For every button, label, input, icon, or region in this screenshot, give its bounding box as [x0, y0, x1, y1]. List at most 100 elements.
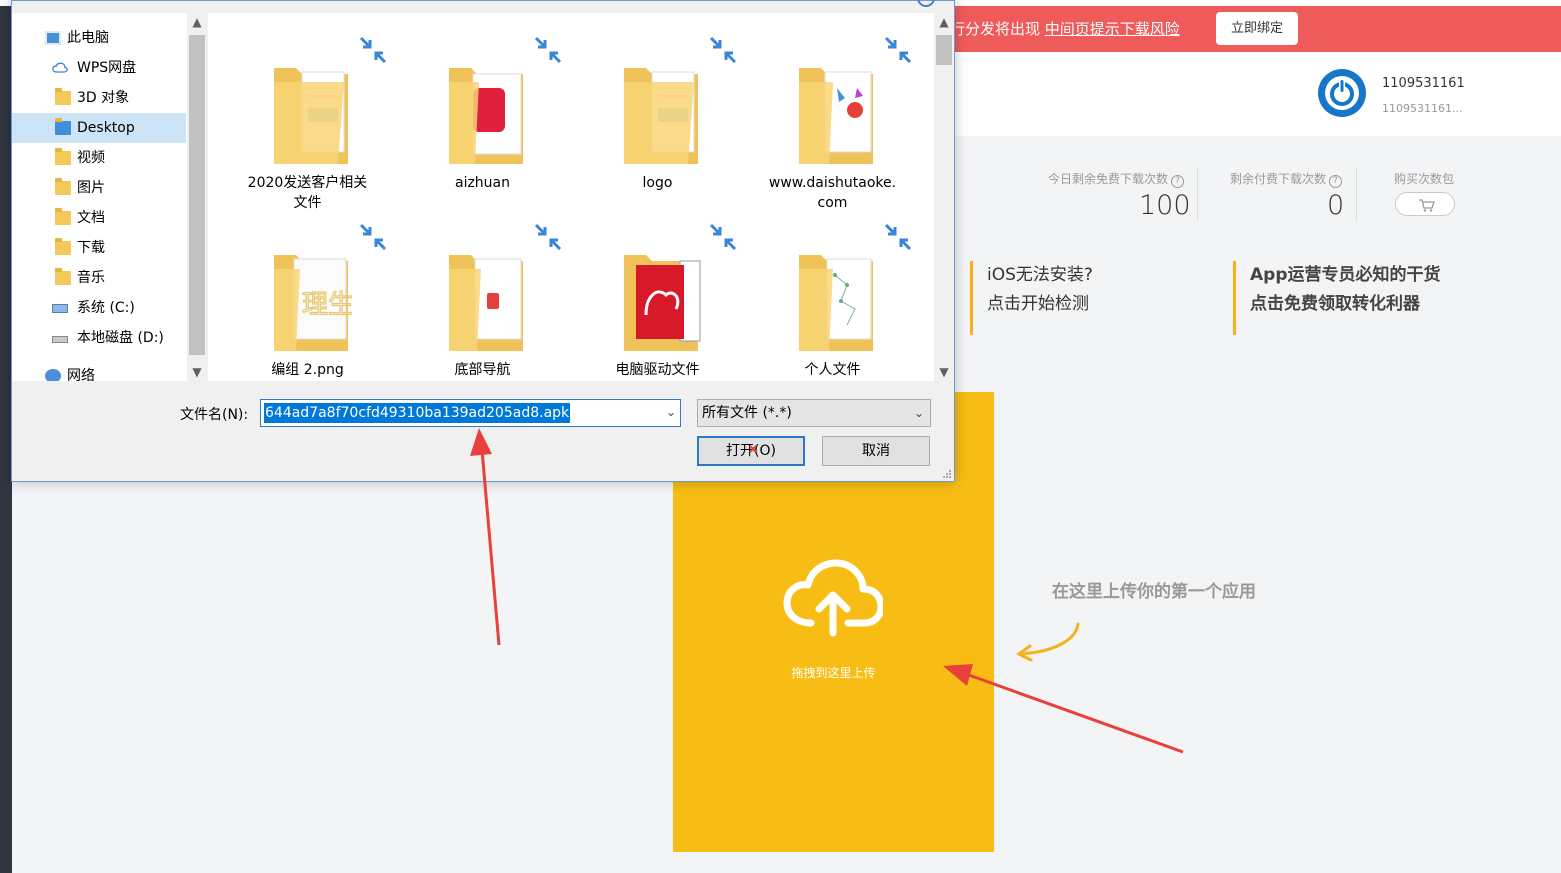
nav-item-label: 3D 对象	[77, 90, 130, 106]
file-name: 电脑驱动文件	[615, 362, 700, 378]
file-name: logo	[642, 175, 673, 191]
folder-icon	[55, 88, 71, 105]
scroll-up-arrow-icon[interactable]: ▲	[934, 15, 954, 29]
nav-item-label: Desktop	[77, 120, 135, 136]
file-name: aizhuan	[454, 175, 510, 191]
nav-item-desktop[interactable]: Desktop	[12, 113, 186, 143]
divider	[1356, 168, 1357, 220]
folder-icon	[799, 255, 873, 351]
curved-arrow-icon	[1016, 622, 1080, 662]
scroll-down-arrow-icon[interactable]: ▼	[187, 365, 207, 379]
nav-item-3d-objects[interactable]: 3D 对象	[12, 83, 186, 113]
nav-item-network[interactable]: 网络	[12, 361, 186, 381]
bind-now-button[interactable]: 立即绑定	[1216, 12, 1298, 45]
dialog-close-icon[interactable]	[917, 0, 935, 7]
folder-icon	[55, 148, 71, 165]
file-item[interactable]: 2020发送客户相关 文件	[220, 23, 395, 211]
nav-item-this-pc[interactable]: 此电脑	[12, 23, 186, 53]
file-item[interactable]: 底部导航	[395, 210, 570, 381]
free-downloads-label-text: 今日剩余免费下载次数	[1048, 172, 1169, 186]
promo-line: 点击开始检测	[987, 294, 1089, 314]
sync-icon	[709, 223, 737, 251]
scroll-down-arrow-icon[interactable]: ▼	[934, 365, 954, 379]
nav-scrollbar[interactable]: ▲ ▼	[187, 13, 207, 381]
file-open-dialog: 此电脑 WPS网盘 3D 对象 Desktop 视频 图片 文档 下载 音乐 系…	[11, 0, 955, 482]
chevron-down-icon[interactable]: ⌄	[666, 405, 676, 419]
warning-banner: 行分发将出现 中间页提示下载风险 立即绑定	[940, 6, 1561, 52]
file-list-scrollbar[interactable]: ▲ ▼	[934, 13, 954, 381]
folder-icon	[624, 68, 698, 164]
folder-icon	[799, 68, 873, 164]
file-item[interactable]: 个人文件	[745, 210, 920, 381]
paid-downloads-value: 0	[1327, 190, 1345, 221]
folder-icon	[449, 255, 523, 351]
scroll-up-arrow-icon[interactable]: ▲	[187, 15, 207, 29]
user-header: 1109531161 1109531161...	[940, 52, 1561, 136]
banner-text-prefix: 行分发将出现	[950, 20, 1045, 38]
free-downloads-label: 今日剩余免费下载次数?	[1048, 170, 1185, 188]
buy-package-button[interactable]	[1395, 192, 1455, 216]
file-item[interactable]: 理生 编组 2.png	[220, 210, 395, 381]
ops-guide-promo[interactable]: App运营专员必知的干货 点击免费领取转化利器	[1233, 261, 1441, 335]
promo-line: App运营专员必知的干货	[1250, 265, 1441, 285]
buy-package-label: 购买次数包	[1394, 172, 1455, 186]
nav-item-documents[interactable]: 文档	[12, 203, 186, 233]
filename-input[interactable]: 644ad7a8f70cfd49310ba139ad205ad8.apk ⌄	[260, 399, 681, 427]
nav-item-videos[interactable]: 视频	[12, 143, 186, 173]
network-icon	[45, 369, 61, 381]
scrollbar-thumb[interactable]	[189, 35, 205, 355]
nav-item-label: 视频	[77, 150, 105, 166]
open-button[interactable]: 打开(O)	[697, 436, 805, 466]
avatar[interactable]	[1318, 69, 1366, 117]
file-item[interactable]: aizhuan	[395, 23, 570, 203]
download-folder-icon	[55, 238, 71, 255]
nav-item-label: WPS网盘	[77, 60, 137, 76]
promo-line: iOS无法安装?	[987, 265, 1093, 285]
divider	[1197, 168, 1198, 220]
banner-link[interactable]: 中间页提示下载风险	[1045, 20, 1180, 38]
nav-item-label: 文档	[77, 210, 105, 226]
drive-icon	[52, 336, 68, 343]
help-icon[interactable]: ?	[1329, 175, 1343, 188]
sync-icon	[709, 36, 737, 64]
sync-icon	[534, 36, 562, 64]
scrollbar-thumb[interactable]	[936, 35, 952, 65]
cart-icon	[1419, 199, 1435, 212]
file-item[interactable]: www.daishutaoke. com	[745, 23, 920, 211]
nav-item-system-c[interactable]: 系统 (C:)	[12, 293, 186, 323]
resize-grip-icon[interactable]	[942, 469, 952, 479]
nav-item-music[interactable]: 音乐	[12, 263, 186, 293]
nav-item-label: 此电脑	[67, 30, 109, 46]
chevron-down-icon: ⌄	[913, 406, 924, 420]
folder-icon	[55, 208, 71, 225]
file-name: 底部导航	[454, 362, 511, 378]
navigation-pane: 此电脑 WPS网盘 3D 对象 Desktop 视频 图片 文档 下载 音乐 系…	[12, 13, 198, 381]
file-name: 个人文件	[804, 362, 861, 378]
nav-item-label: 网络	[67, 368, 95, 381]
folder-icon	[55, 178, 71, 195]
file-type-select[interactable]: 所有文件 (*.*) ⌄	[697, 399, 931, 427]
nav-item-downloads[interactable]: 下载	[12, 233, 186, 263]
sync-icon	[534, 223, 562, 251]
file-item[interactable]: 电脑驱动文件	[570, 210, 745, 381]
sync-icon	[359, 223, 387, 251]
nav-item-local-d[interactable]: 本地磁盘 (D:)	[12, 323, 186, 353]
nav-item-label: 本地磁盘 (D:)	[77, 330, 164, 346]
help-icon[interactable]: ?	[1171, 175, 1185, 188]
nav-item-wps-cloud[interactable]: WPS网盘	[12, 53, 186, 83]
free-downloads-value: 100	[1139, 190, 1191, 221]
promo-line: 点击免费领取转化利器	[1250, 294, 1420, 314]
user-id: 1109531161...	[1382, 102, 1463, 115]
power-icon	[1325, 76, 1359, 110]
file-list-pane: 2020发送客户相关 文件 aizhuan logo www.daishutao…	[208, 13, 934, 381]
sync-icon	[884, 36, 912, 64]
nav-item-label: 下载	[77, 240, 105, 256]
cloud-icon	[52, 62, 68, 73]
folder-icon	[274, 68, 348, 164]
sync-icon	[884, 223, 912, 251]
nav-item-pictures[interactable]: 图片	[12, 173, 186, 203]
computer-icon	[45, 31, 61, 45]
cancel-button[interactable]: 取消	[822, 436, 930, 466]
ios-install-promo[interactable]: iOS无法安装? 点击开始检测	[970, 261, 1093, 335]
file-item[interactable]: logo	[570, 23, 745, 203]
